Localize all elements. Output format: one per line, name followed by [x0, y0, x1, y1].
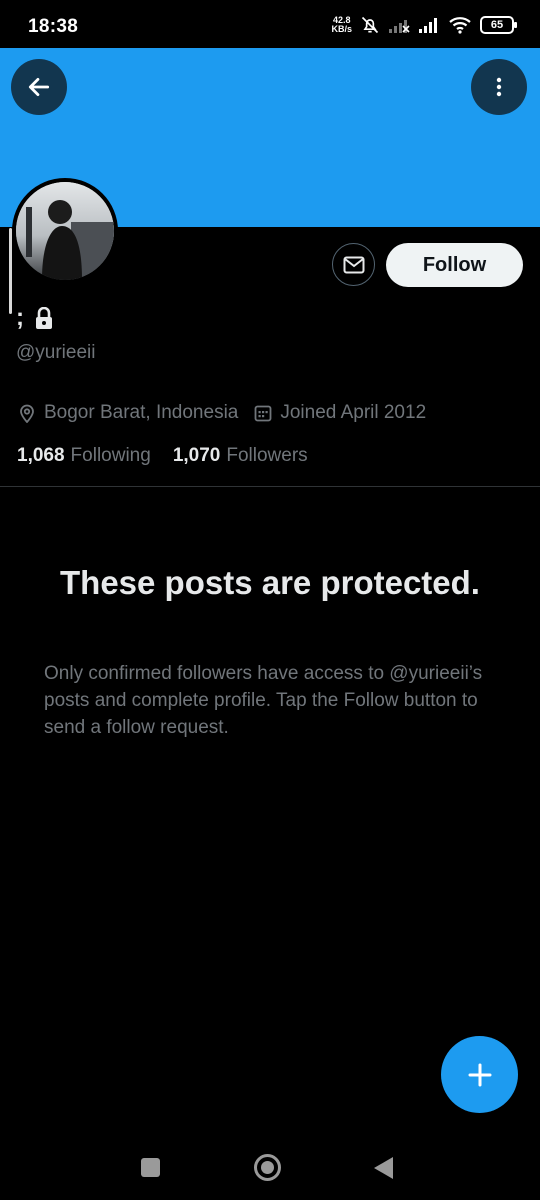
protected-body: Only confirmed followers have access to …	[44, 663, 483, 738]
recents-square-icon[interactable]	[141, 1158, 160, 1177]
handle: @yurieeii	[16, 342, 96, 363]
home-circle-icon[interactable]	[254, 1154, 281, 1181]
avatar[interactable]	[12, 178, 118, 284]
back-button[interactable]	[11, 59, 67, 115]
followers-link[interactable]: 1,070 Followers	[173, 445, 308, 467]
status-time: 18:38	[28, 16, 79, 37]
avatar-photo-icon	[16, 182, 114, 280]
profile-meta: Bogor Barat, Indonesia Joined April 2012	[18, 402, 426, 424]
battery-icon: 65	[480, 16, 517, 34]
avatar-image	[16, 182, 114, 280]
location-pin-icon	[20, 404, 34, 423]
network-speed-unit: KB/s	[331, 24, 352, 34]
followers-label: Followers	[226, 445, 308, 466]
wifi-icon	[449, 17, 471, 34]
signal-icon	[419, 18, 437, 33]
following-link[interactable]: 1,068 Following	[17, 445, 151, 467]
following-count: 1,068	[17, 445, 65, 466]
message-button[interactable]	[332, 243, 375, 286]
status-icons: 42.8 KB/s 65	[331, 12, 517, 38]
more-options-button[interactable]	[471, 59, 527, 115]
protected-title: These posts are protected.	[60, 564, 480, 601]
mute-bell-icon	[361, 16, 379, 34]
plus-icon	[468, 1063, 491, 1086]
system-nav-bar	[0, 1140, 540, 1200]
signal-off-icon	[389, 20, 410, 33]
divider	[0, 486, 540, 487]
join-date-text: Joined April 2012	[280, 402, 427, 423]
status-bar: 18:38 42.8 KB/s 65	[0, 0, 540, 48]
arrow-left-icon	[28, 78, 50, 96]
follow-stats: 1,068 Following 1,070 Followers	[17, 445, 308, 467]
back-triangle-icon[interactable]	[374, 1157, 393, 1179]
follow-button[interactable]: Follow	[386, 243, 523, 287]
following-label: Following	[70, 445, 151, 466]
calendar-icon	[254, 405, 272, 422]
location-text: Bogor Barat, Indonesia	[44, 402, 239, 423]
name-row: ;	[16, 304, 54, 332]
followers-count: 1,070	[172, 445, 221, 466]
scroll-indicator	[9, 228, 12, 314]
more-vertical-icon	[496, 77, 502, 97]
envelope-icon	[343, 256, 364, 273]
lock-icon	[36, 307, 52, 329]
join-date: Joined April 2012	[254, 402, 426, 424]
compose-button[interactable]	[441, 1036, 518, 1113]
network-speed: 42.8 KB/s	[331, 16, 352, 34]
display-name: ;	[16, 304, 24, 331]
location: Bogor Barat, Indonesia	[18, 402, 238, 424]
